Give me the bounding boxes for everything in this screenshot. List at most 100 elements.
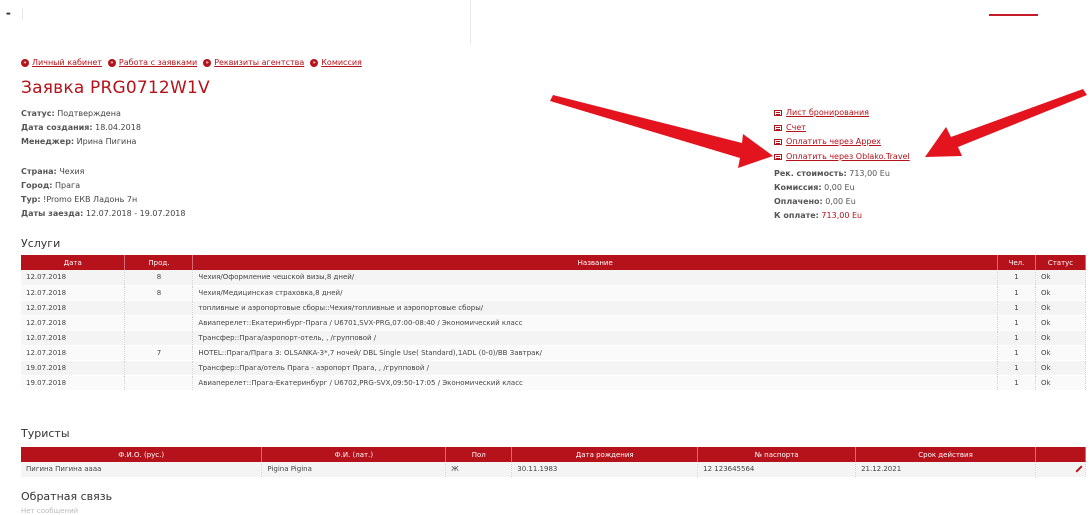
table-row[interactable]: 12.07.2018 топливные и аэропортовые сбор… (21, 300, 1087, 316)
column-header[interactable]: Статус (1035, 255, 1087, 270)
nav-link[interactable]: Работа с заявками (119, 58, 197, 67)
column-header[interactable]: Дата (21, 255, 126, 270)
bullet-icon: » (310, 58, 319, 67)
services-table: Дата Прод. Название Чел. Статус 12.07.20… (21, 255, 1087, 391)
passport-cell: 12 123645564 (697, 462, 857, 478)
pay-appex-link[interactable]: Оплатить через Appex (774, 135, 910, 150)
table-row[interactable]: 12.07.2018 8 Чехия/Оформление чешской ви… (21, 270, 1087, 286)
paid-row: Оплачено: 0,00 Eu (774, 195, 890, 209)
tour-info: Страна: Чехия Город: Прага Тур: !Promo Е… (21, 165, 186, 221)
persons-cell: 1 (997, 330, 1036, 346)
status-cell: Ok (1035, 330, 1087, 346)
column-header[interactable]: Ф.И.О. (рус.) (21, 447, 263, 462)
link-text[interactable]: Оплатить через Appex (786, 135, 881, 150)
order-info: Статус: Подтверждена Дата создания: 18.0… (21, 107, 141, 149)
persons-cell: 1 (997, 360, 1036, 376)
date-cell: 12.07.2018 (21, 330, 126, 346)
bullet-icon: » (21, 58, 29, 67)
nav-item-cabinet[interactable]: » Личный кабинет (21, 58, 102, 67)
persons-cell: 1 (997, 345, 1036, 361)
pay-oblako-link[interactable]: Оплатить через Oblako.Travel (774, 150, 910, 165)
column-header[interactable]: Дата рождения (511, 447, 699, 462)
status-label: Статус: (21, 109, 55, 118)
nav-link[interactable]: Комиссия (321, 58, 362, 67)
edit-cell[interactable] (1035, 462, 1087, 478)
tour-value: !Promo ЕКВ Ладонь 7н (43, 195, 138, 204)
table-row[interactable]: Пигина Пигина аааа Pigina Pigina Ж 30.11… (21, 462, 1087, 478)
status-cell: Ok (1035, 345, 1087, 361)
due-label: К оплате: (774, 211, 819, 220)
due-value: 713,00 Eu (821, 211, 863, 220)
date-cell: 12.07.2018 (21, 285, 126, 301)
persons-cell: 1 (997, 285, 1036, 301)
nav-item-commission[interactable]: » Комиссия (310, 58, 362, 67)
nav-link[interactable]: Личный кабинет (32, 58, 102, 67)
duration-cell: 7 (124, 345, 194, 361)
document-links: Лист бронирования Счет Оплатить через Ap… (774, 106, 910, 164)
date-cell: 12.07.2018 (21, 270, 126, 286)
paid-value: 0,00 Eu (825, 197, 856, 206)
nav-item-orders[interactable]: » Работа с заявками (107, 58, 197, 67)
duration-cell (124, 330, 194, 346)
arrow-left-icon (550, 95, 773, 168)
link-text[interactable]: Счет (786, 121, 806, 136)
column-header[interactable]: Срок действия (855, 447, 1036, 462)
commission-label: Комиссия: (774, 183, 822, 192)
date-cell: 12.07.2018 (21, 300, 126, 316)
nav-item-requisites[interactable]: » Реквизиты агентства (203, 58, 304, 67)
table-row[interactable]: 12.07.2018 8 Чехия/Медицинская страховка… (21, 285, 1087, 301)
status-cell: Ok (1035, 300, 1087, 316)
bullet-icon: » (107, 58, 116, 67)
table-row[interactable]: 12.07.2018 7 HOTEL::Прага/Прага 3: OLSAN… (21, 345, 1087, 361)
commission-value: 0,00 Eu (824, 183, 855, 192)
service-name-cell: Чехия/Оформление чешской визы,8 дней/ (192, 270, 998, 286)
feedback-hint: Нет сообщений (21, 507, 79, 515)
status-cell: Ok (1035, 375, 1087, 391)
status-cell: Ok (1035, 360, 1087, 376)
divider (22, 8, 23, 20)
persons-cell: 1 (997, 375, 1036, 391)
column-header[interactable]: Пол (445, 447, 513, 462)
city-row: Город: Прага (21, 179, 186, 193)
top-bar: ▬ (0, 0, 1092, 45)
column-header[interactable]: Название (192, 255, 998, 270)
invoice-link[interactable]: Счет (774, 121, 910, 136)
link-text[interactable]: Оплатить через Oblako.Travel (786, 150, 910, 165)
service-name-cell: Авиаперелет::Прага-Екатеринбург / U6702,… (192, 375, 998, 391)
date-cell: 19.07.2018 (21, 360, 126, 376)
country-value: Чехия (59, 167, 85, 176)
column-header[interactable]: № паспорта (697, 447, 857, 462)
document-icon (774, 153, 782, 160)
city-value: Прага (55, 181, 81, 190)
paid-label: Оплачено: (774, 197, 823, 206)
due-row: К оплате: 713,00 Eu (774, 209, 890, 223)
edit-icon[interactable] (1075, 465, 1083, 473)
created-row: Дата создания: 18.04.2018 (21, 121, 141, 135)
feedback-heading: Обратная связь (21, 490, 113, 503)
site-logo[interactable]: ▬ (6, 11, 11, 17)
column-header[interactable]: Прод. (124, 255, 194, 270)
name-ru-cell: Пигина Пигина аааа (21, 462, 263, 478)
table-row[interactable]: 19.07.2018 Трансфер::Прага/отель Прага -… (21, 360, 1087, 376)
manager-row: Менеджер: Ирина Пигина (21, 135, 141, 149)
service-name-cell: HOTEL::Прага/Прага 3: OLSANKA-3*,7 ночей… (192, 345, 998, 361)
price-value: 713,00 Eu (849, 169, 890, 178)
table-row[interactable]: 19.07.2018 Авиаперелет::Прага-Екатеринбу… (21, 375, 1087, 391)
table-row[interactable]: 12.07.2018 Авиаперелет::Екатеринбург-Пра… (21, 315, 1087, 331)
document-icon (774, 139, 782, 146)
dates-row: Даты заезда: 12.07.2018 - 19.07.2018 (21, 207, 186, 221)
column-header[interactable]: Чел. (997, 255, 1036, 270)
duration-cell: 8 (124, 285, 194, 301)
duration-cell: 8 (124, 270, 194, 286)
created-value: 18.04.2018 (95, 123, 141, 132)
dates-label: Даты заезда: (21, 209, 84, 218)
table-row[interactable]: 12.07.2018 Трансфер::Прага/аэропорт-отел… (21, 330, 1087, 346)
link-text[interactable]: Лист бронирования (786, 106, 869, 121)
column-header (1035, 447, 1087, 462)
column-header[interactable]: Ф.И. (лат.) (261, 447, 447, 462)
booking-sheet-link[interactable]: Лист бронирования (774, 106, 910, 121)
duration-cell (124, 300, 194, 316)
status-cell: Ok (1035, 315, 1087, 331)
gender-cell: Ж (445, 462, 513, 478)
nav-link[interactable]: Реквизиты агентства (214, 58, 304, 67)
